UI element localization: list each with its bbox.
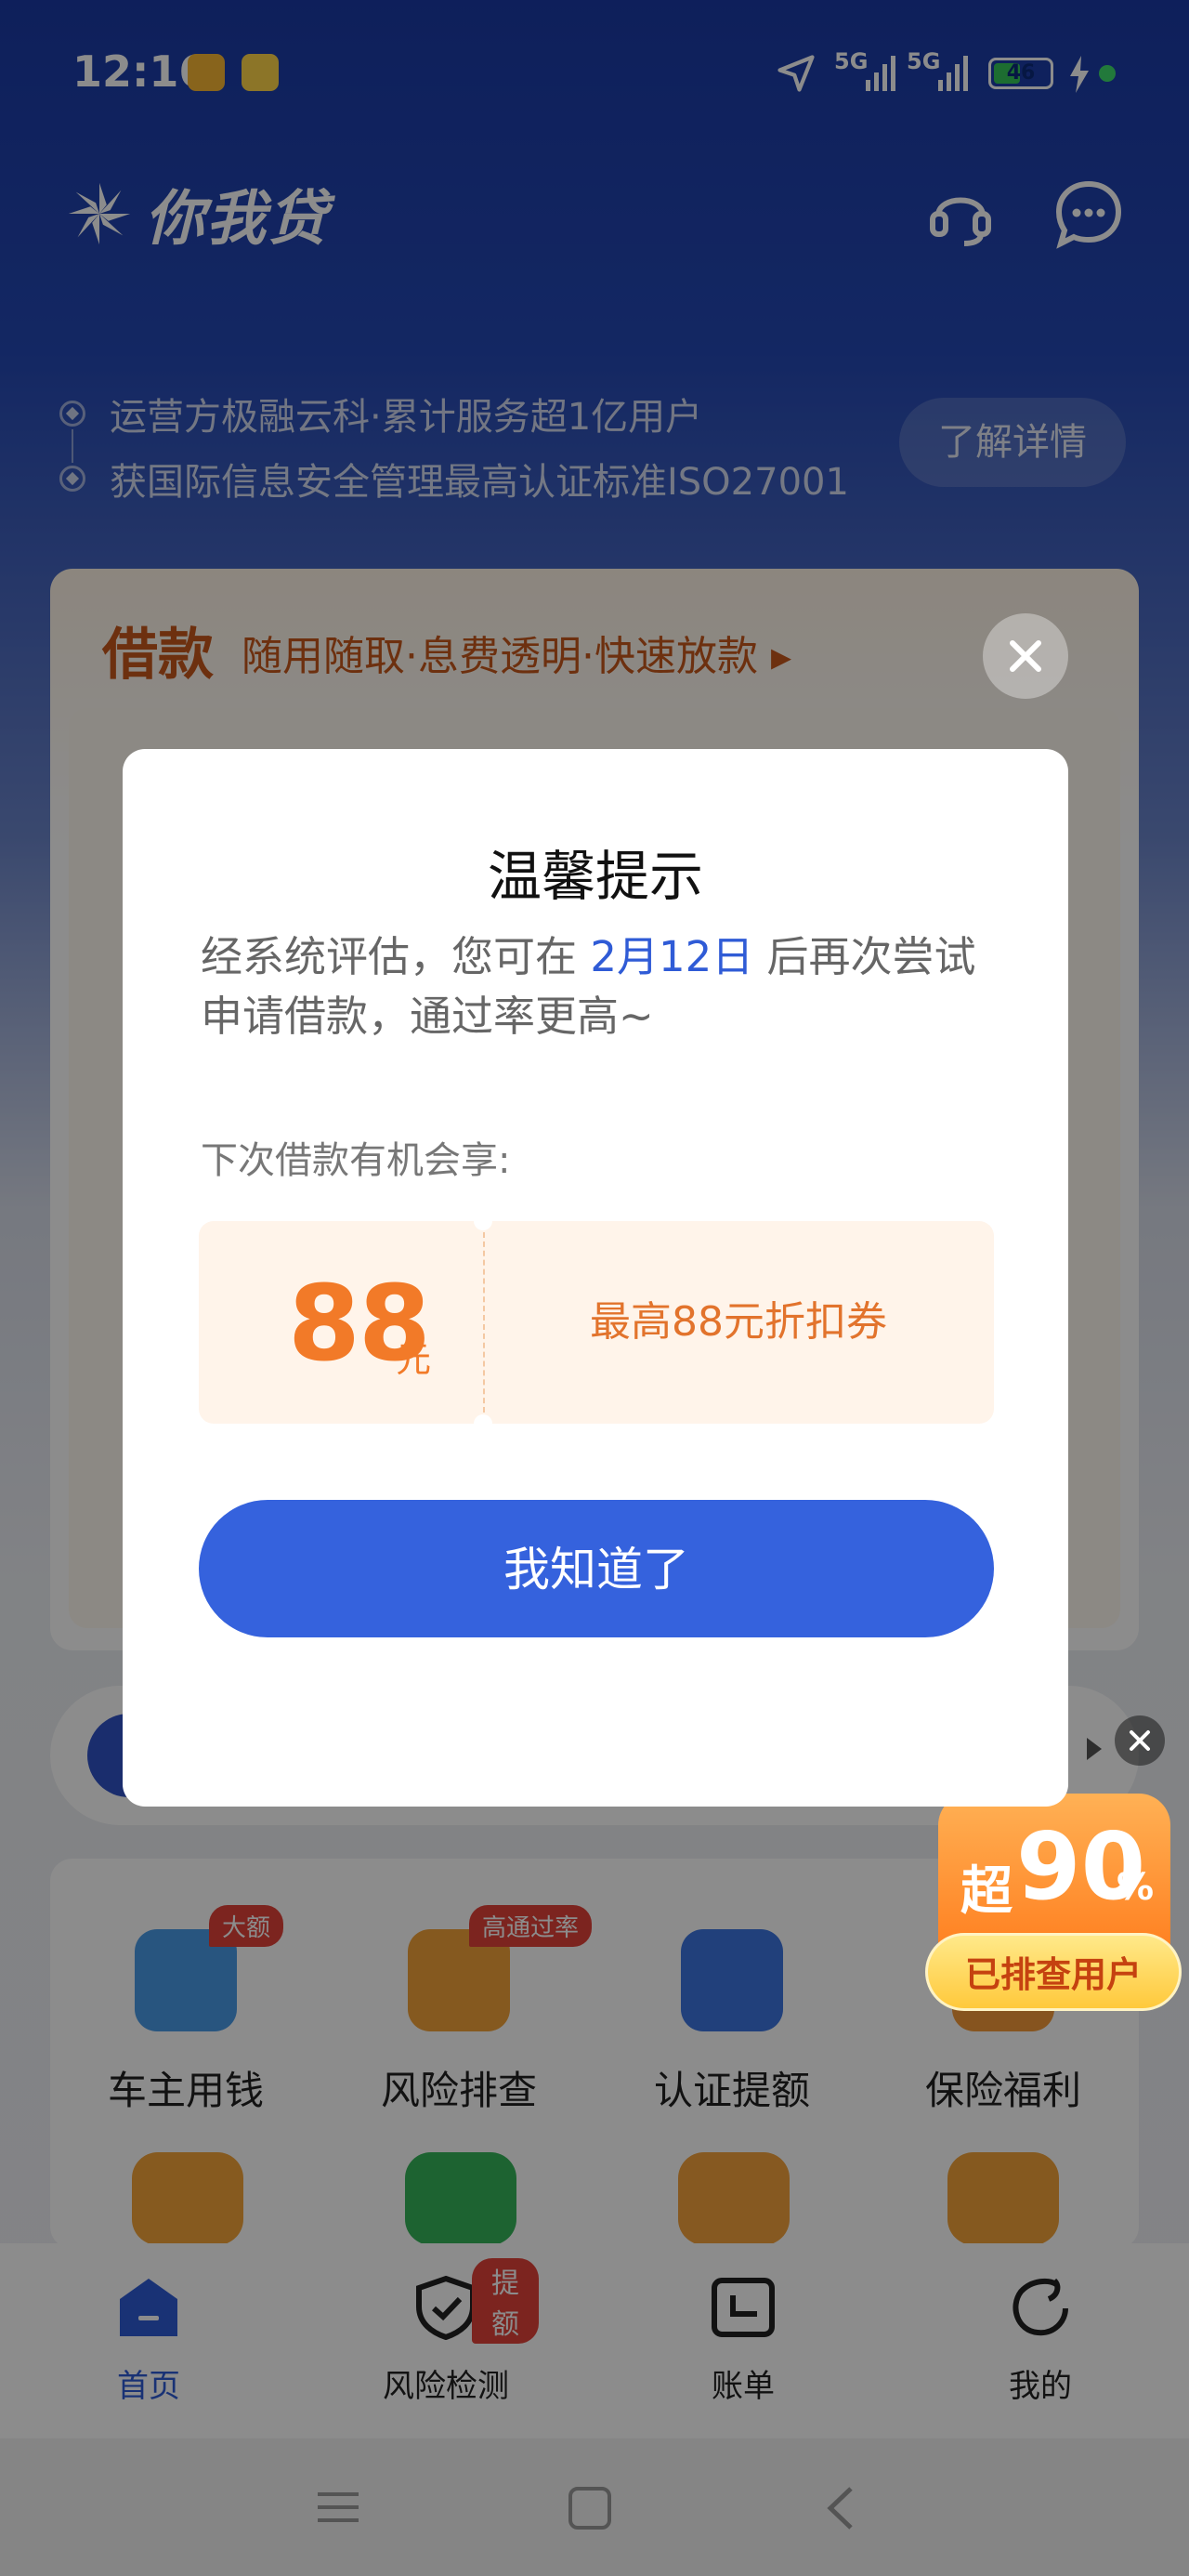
promo-prefix: 超 [960,1861,1013,1922]
dialog-title: 温馨提示 [487,845,703,908]
dialog-message: 经系统评估，您可在 2月12日 后再次尝试申请借款，通过率更高~ [201,927,1000,1046]
coupon-card: 88 元 最高88元折扣券 [199,1212,994,1433]
retry-date: 2月12日 [590,932,754,981]
coupon-description: 最高88元折扣券 [590,1298,887,1346]
close-promo-button[interactable] [1115,1715,1165,1766]
got-it-button[interactable]: 我知道了 [199,1500,994,1637]
coupon-unit: 元 [396,1339,432,1380]
close-icon [1010,640,1041,672]
promo-suffix: % [1117,1866,1155,1909]
message-text: 经系统评估，您可在 [201,932,591,981]
promo-label: 已排查用户 [925,1933,1182,2011]
reminder-dialog: 温馨提示 经系统评估，您可在 2月12日 后再次尝试申请借款，通过率更高~ 下次… [123,749,1068,1807]
close-icon [1130,1730,1150,1751]
promo-badge[interactable]: 超 90 % 已排查用户 [925,1794,1182,2013]
dialog-subtitle: 下次借款有机会享: [201,1139,511,1182]
close-popup-button[interactable] [983,613,1068,699]
